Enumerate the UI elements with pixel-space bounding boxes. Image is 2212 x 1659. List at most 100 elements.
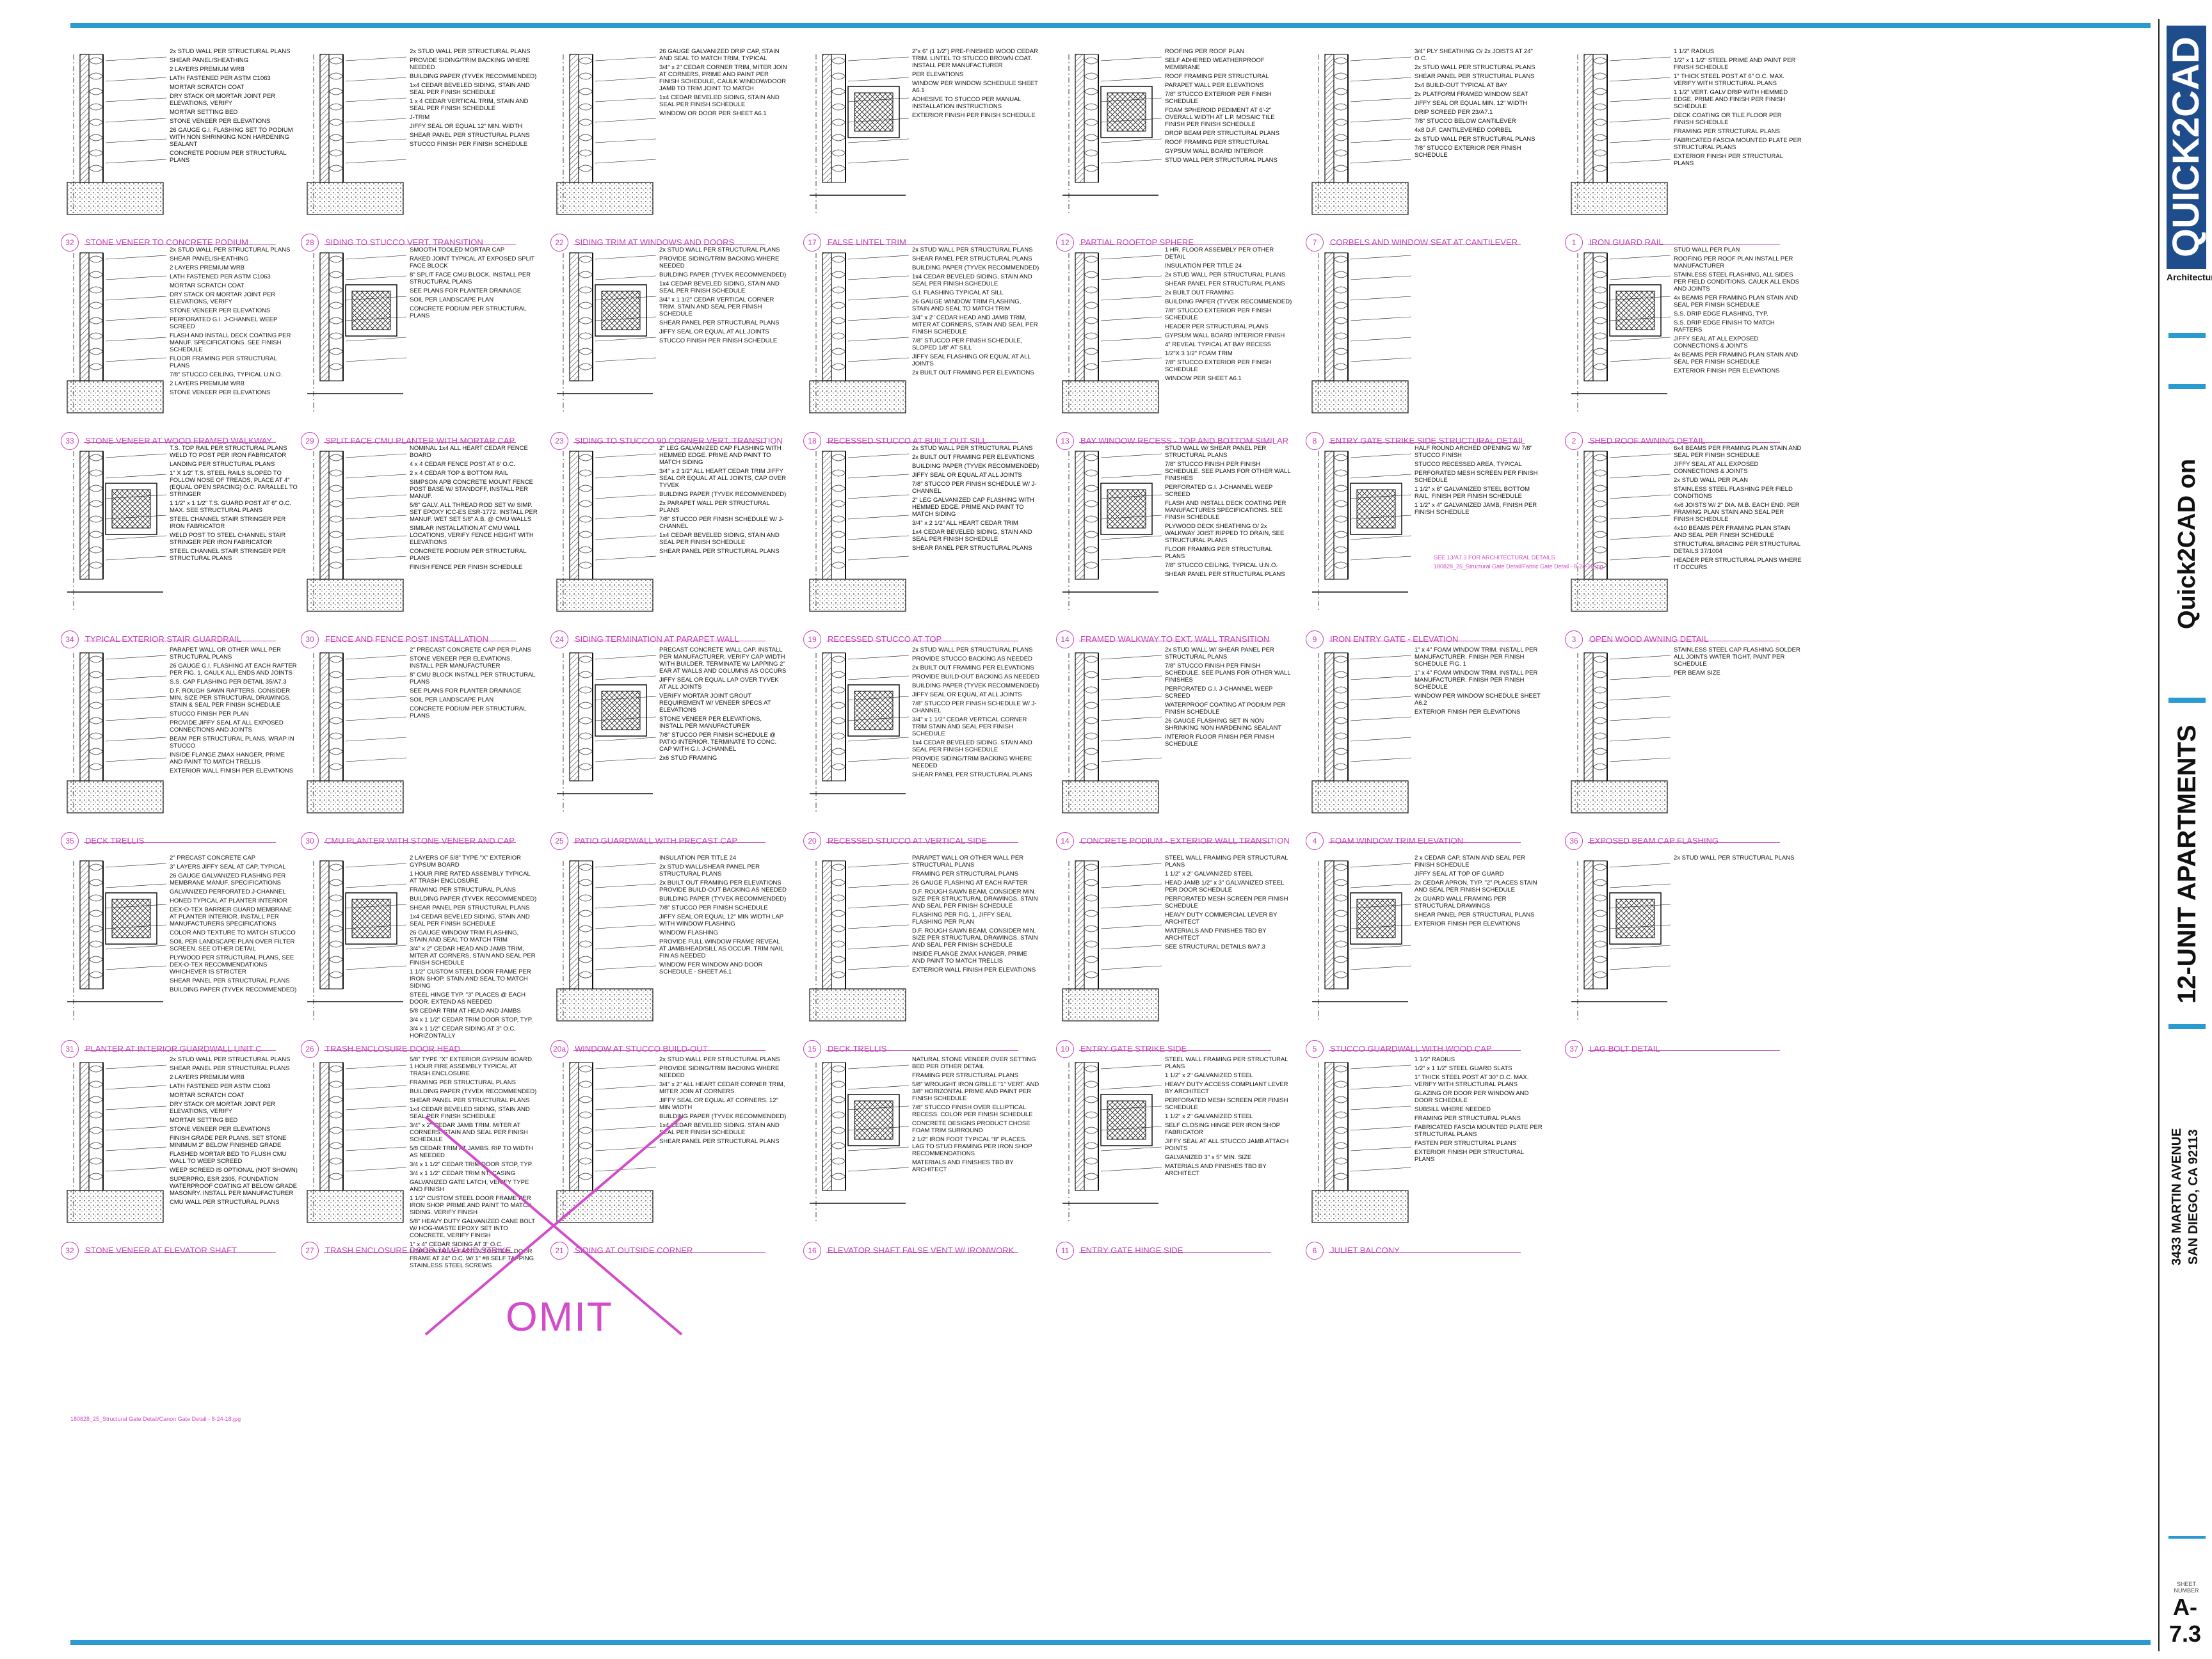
detail-note: 3/4" x 2" ALL HEART CEDAR CORNER TRIM, M… <box>659 1081 785 1095</box>
detail-drawing <box>1062 54 1162 214</box>
detail-note: 2x STUD WALL PER STRUCTURAL PLANS <box>170 1056 291 1063</box>
detail-title-text: SIDING TO STUCCO 90 CORNER VERT. TRANSIT… <box>575 436 783 445</box>
detail-note: STUCCO RECESSED AREA, TYPICAL <box>1415 461 1522 468</box>
detail-notes: 2x STUD WALL PER STRUCTURAL PLANS SHEAR P… <box>912 246 1040 378</box>
detail-note: 7/8" STUCCO FINISH PER FINISH SCHEDULE. … <box>1165 662 1291 684</box>
detail-drawing <box>67 652 167 813</box>
detail-note: ROOFING PER ROOF PLAN <box>1165 48 1245 55</box>
detail-note: FRAMING PER STRUCTURAL PLANS <box>912 870 1018 878</box>
detail-note: ROOFING PER ROOF PLAN INSTALL PER MANUFA… <box>1674 255 1793 269</box>
detail-title-text: ENTRY GATE STRIKE SIDE <box>1080 1044 1187 1054</box>
detail-note: 7/8" STUCCO PER FINISH SCHEDULE @ PATIO … <box>659 732 777 753</box>
detail-note: 7/8" STUCCO PER FINISH SCHEDULE W/ J-CHA… <box>659 516 784 530</box>
detail-note: BUILDING PAPER (TYVEK RECOMMENDED) <box>659 271 787 278</box>
detail-note: 4x10 BEAMS PER FRAMING PLAN STAIN AND SE… <box>1674 525 1791 539</box>
detail-note: SHEAR PANEL PER STRUCTURAL PLANS <box>170 977 290 984</box>
detail-note: 2x STUD WALL PER PLAN <box>1674 477 1748 484</box>
detail-title: 20 RECESSED STUCCO AT VERTICAL SIDE <box>803 832 987 850</box>
detail-note: 1 HR. FLOOR ASSEMBLY PER OTHER DETAIL <box>1165 246 1274 260</box>
detail-note: SELF CLOSING HINGE PER IRON SHOP FABRICA… <box>1165 1122 1280 1136</box>
detail-note: HALF ROUND ARCHED OPENING W/ 7/8" STUCCO… <box>1415 445 1532 459</box>
detail-note: GLAZING OR DOOR PER WINDOW AND DOOR SCHE… <box>1415 1090 1529 1104</box>
detail-note: VERIFY MORTAR JOINT GROUT REQUIREMENT W/… <box>659 693 771 714</box>
detail-title-underline <box>1329 842 1521 843</box>
detail-title: 31 PLANTER AT INTERIOR GUARDWALL UNIT C <box>61 1040 262 1058</box>
detail-note: S.S. CAP FLASHING PER DETAIL 35/A7.3 <box>170 678 287 685</box>
detail-notes: STAINLESS STEEL CAP FLASHING SOLDER ALL … <box>1674 646 1802 678</box>
detail-18: 2x STUD WALL PER STRUCTURAL PLANS SHEAR P… <box>803 246 1046 451</box>
detail-note: INTERIOR FLOOR FINISH PER FINISH SCHEDUL… <box>1165 733 1274 748</box>
detail-drawing <box>1062 1062 1162 1222</box>
detail-notes: 2x STUD WALL PER STRUCTURAL PLANS PROVIDE… <box>410 48 538 150</box>
detail-note: 7/8" STUCCO EXTERIOR PER FINISH SCHEDULE <box>1165 91 1272 105</box>
detail-drawing <box>1311 252 1412 413</box>
detail-note: SEE PLANS FOR PLANTER DRAINAGE <box>410 287 522 294</box>
detail-drawing <box>1571 451 1671 612</box>
detail-note: SHEAR PANEL PER STRUCTURAL PLANS <box>1415 73 1535 80</box>
address-line-2: SAN DIEGO, CA 92113 <box>2186 1129 2200 1265</box>
detail-note: NATURAL STONE VENEER OVER SETTING BED PE… <box>912 1056 1036 1070</box>
detail-drawing <box>1571 860 1671 1021</box>
detail-drawing <box>1062 860 1162 1022</box>
detail-number: 6 <box>1306 1242 1324 1260</box>
detail-note: J-TRIM <box>410 114 430 121</box>
detail-number: 11 <box>1056 1242 1074 1260</box>
detail-notes: 2 LAYERS OF 5/8" TYPE "X" EXTERIOR GYPSU… <box>410 854 538 1041</box>
detail-note: 1 1/2" RADIUS <box>1415 1056 1455 1063</box>
detail-note: 1/2" x 1 1/2" STEEL GUARD SLATS <box>1415 1065 1512 1072</box>
detail-number: 14 <box>1056 630 1074 648</box>
detail-title-text: JULIET BALCONY <box>1330 1246 1400 1255</box>
detail-note: 6x4 BEAMS PER FRAMING PLAN STAIN AND SEA… <box>1674 445 1802 459</box>
detail-notes: 6x4 BEAMS PER FRAMING PLAN STAIN AND SEA… <box>1674 445 1802 573</box>
detail-note: JIFFY SEAL OR EQUAL AT ALL JOINTS <box>912 472 1022 479</box>
detail-title-text: CORBELS AND WINDOW SEAT AT CANTILEVER <box>1330 237 1518 247</box>
detail-title-text: FRAMED WALKWAY TO EXT. WALL TRANSITION <box>1080 634 1270 644</box>
detail-note: BUILDING PAPER (TYVEK RECOMMENDED) <box>659 895 787 902</box>
detail-drawing <box>1062 652 1162 813</box>
detail-34: T.S. TOP RAIL PER STRUCTURAL PLANS WELD … <box>61 445 304 650</box>
detail-note: 1 1/2" x 4" GALVANIZED JAMB, FINISH PER … <box>1415 502 1537 516</box>
detail-title-underline <box>1588 842 1780 843</box>
detail-notes: HALF ROUND ARCHED OPENING W/ 7/8" STUCCO… <box>1415 445 1543 518</box>
detail-note: MORTAR SCRATCH COAT <box>170 84 244 91</box>
detail-title-underline <box>324 842 516 843</box>
detail-note: 7/8" STUCCO PER FINISH SCHEDULE, SLOPED … <box>912 337 1023 351</box>
detail-note: 2x STUD WALL PER STRUCTURAL PLANS <box>1165 271 1286 278</box>
detail-title: 30 FENCE AND FENCE POST INSTALLATION <box>301 630 488 648</box>
detail-title-text: SPLIT FACE CMU PLANTER WITH MORTAR CAP <box>325 436 515 445</box>
detail-note: MORTAR SETTING BED <box>170 109 238 116</box>
detail-drawing <box>1312 451 1412 611</box>
detail-note: HEAVY DUTY COMMERCIAL LEVER BY ARCHITECT <box>1165 911 1278 926</box>
detail-note: 2x PARAPET WALL PER STRUCTURAL PLANS <box>659 500 770 514</box>
detail-note: SHEAR PANEL PER STRUCTURAL PLANS <box>410 132 530 139</box>
detail-26: 2 LAYERS OF 5/8" TYPE "X" EXTERIOR GYPSU… <box>301 854 544 1059</box>
detail-note: INSIDE FLANGE ZMAX HANGER, PRIME AND PAI… <box>912 950 1027 965</box>
detail-title: 25 PATIO GUARDWALL WITH PRECAST CAP <box>550 832 737 850</box>
detail-note: SOIL PER LANDSCAPE PLAN <box>410 296 494 303</box>
detail-note: 7/8" STUCCO PER FINISH SCHEDULE W/ J-CHA… <box>912 481 1037 495</box>
detail-note: 1" X 1/2" T.S. STEEL RAILS SLOPED TO FOL… <box>170 470 298 498</box>
detail-note: BUILDING PAPER (TYVEK RECOMMENDED) <box>1165 298 1292 305</box>
detail-title: 14 CONCRETE PODIUM - EXTERIOR WALL TRANSI… <box>1056 832 1290 850</box>
detail-note: 3/4" PLY SHEATHING O/ 2x JOISTS AT 24" O… <box>1415 48 1533 62</box>
detail-number: 16 <box>803 1242 821 1260</box>
detail-drawing <box>557 652 657 813</box>
detail-35: PARAPET WALL OR OTHER WALL PER STRUCTURA… <box>61 646 304 851</box>
detail-number: 15 <box>803 1040 821 1058</box>
detail-note: 26 GAUGE G.I. FLASHING SET TO PODIUM WIT… <box>170 127 293 148</box>
detail-drawing <box>809 451 910 612</box>
detail-note: JIFFY SEAL OR EQUAL LAP OVER TYVEK AT AL… <box>659 677 779 691</box>
detail-8: 8 ENTRY GATE STRIKE SIDE STRUCTURAL DETAI… <box>1306 246 1549 451</box>
detail-title-text: PATIO GUARDWALL WITH PRECAST CAP <box>575 836 738 846</box>
detail-number: 9 <box>1306 630 1324 648</box>
detail-note: SUPERPRO, ESR 2305, FOUNDATION WATERPROO… <box>170 1176 297 1197</box>
detail-note: 1 1/2" x 2" GALVANIZED STEEL <box>1165 870 1253 878</box>
detail-note: SHEAR PANEL PER STRUCTURAL PLANS <box>659 548 780 555</box>
detail-note: GALVANIZED 3" x 5" MIN. SIZE <box>1165 1154 1252 1161</box>
detail-note: FRAMING PER STRUCTURAL PLANS <box>1674 128 1780 135</box>
detail-title-text: SHED ROOF AWNING DETAIL <box>1589 436 1706 445</box>
detail-note: 3/4" x 2" CEDAR HEAD AND JAMB TRIM, MITE… <box>410 945 536 966</box>
detail-note: SOIL PER LANDSCAPE PLAN <box>410 696 494 703</box>
detail-36: STAINLESS STEEL CAP FLASHING SOLDER ALL … <box>1565 646 1808 851</box>
detail-title: 32 STONE VENEER AT ELEVATOR SHAFT <box>61 1242 237 1260</box>
